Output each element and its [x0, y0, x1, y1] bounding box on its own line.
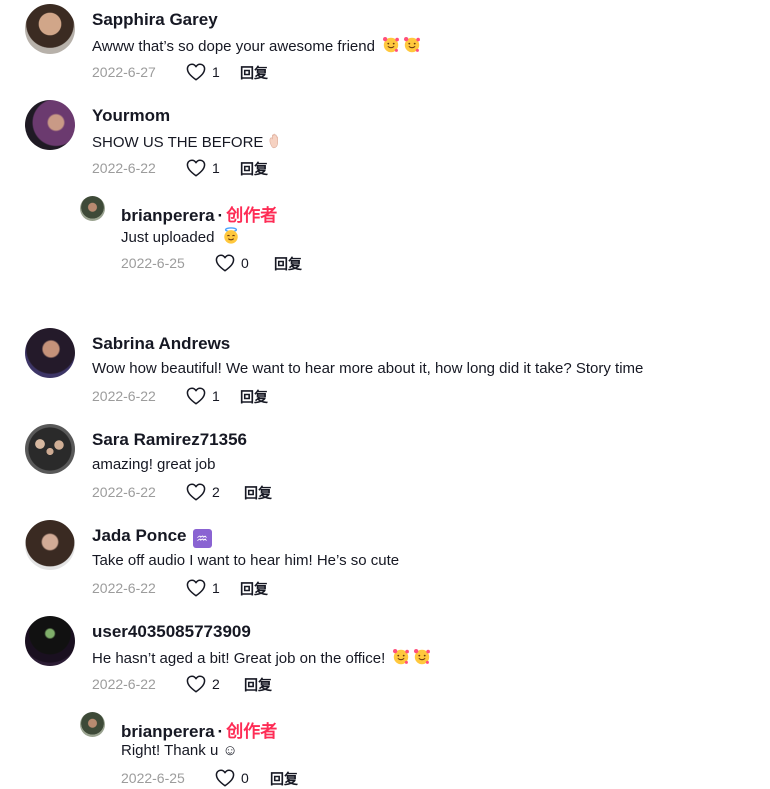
commenter-name-text: Jada Ponce [92, 526, 187, 545]
like-button[interactable]: 2 [186, 483, 220, 501]
commenter-name[interactable]: Sapphira Garey [92, 10, 218, 30]
reply-button[interactable]: 回复 [240, 63, 268, 83]
aquarius-badge-icon: ♒ [192, 529, 212, 548]
comment-text: Awww that’s so dope your awesome friend [92, 36, 421, 55]
comment-date: 2022-6-25 [121, 255, 185, 271]
creator-username: brianperera [121, 206, 215, 225]
heart-icon [186, 579, 206, 597]
commenter-name[interactable]: Jada Ponce ♒ [92, 526, 212, 548]
like-count: 1 [212, 388, 220, 404]
separator-dot: · [217, 206, 224, 225]
comment-date: 2022-6-22 [92, 676, 156, 692]
like-button[interactable]: 1 [186, 579, 220, 597]
avatar[interactable] [25, 100, 75, 150]
like-count: 2 [212, 484, 220, 500]
commenter-name[interactable]: Sabrina Andrews [92, 334, 230, 354]
heart-icon [186, 675, 206, 693]
comment-text: Wow how beautiful! We want to hear more … [92, 360, 644, 377]
comment-text-content: SHOW US THE BEFORE [92, 134, 264, 151]
commenter-name[interactable]: brianperera · 创作者 [121, 717, 277, 742]
like-count: 1 [212, 64, 220, 80]
avatar[interactable] [25, 328, 75, 378]
comment-date: 2022-6-22 [92, 388, 156, 404]
comment-date: 2022-6-22 [92, 160, 156, 176]
reply-button[interactable]: 回复 [244, 483, 272, 503]
smiling-face-with-halo-emoji-icon [222, 227, 240, 245]
heart-icon [215, 769, 235, 787]
hugging-face-emoji-icon [392, 648, 410, 666]
reply-button[interactable]: 回复 [240, 579, 268, 599]
reply-button[interactable]: 回复 [240, 387, 268, 407]
comment-text-content: Awww that’s so dope your awesome friend [92, 38, 375, 55]
like-count: 0 [241, 770, 249, 786]
heart-icon [215, 254, 235, 272]
like-button[interactable]: 0 [215, 254, 249, 272]
comment-date: 2022-6-27 [92, 64, 156, 80]
like-count: 2 [212, 676, 220, 692]
commenter-name[interactable]: Sara Ramirez71356 [92, 430, 247, 450]
heart-icon [186, 483, 206, 501]
hugging-face-emoji-icon [382, 36, 400, 54]
like-count: 0 [241, 255, 249, 271]
avatar[interactable] [80, 196, 105, 221]
avatar[interactable] [25, 4, 75, 54]
avatar[interactable] [25, 616, 75, 666]
like-button[interactable]: 1 [186, 63, 220, 81]
comment-text: Just uploaded [121, 227, 240, 246]
comment-text: Right! Thank u ☺ [121, 742, 238, 759]
comment-text: SHOW US THE BEFORE [92, 132, 284, 151]
comment-text-content: Just uploaded [121, 229, 215, 246]
creator-username: brianperera [121, 722, 215, 741]
creator-badge: 创作者 [226, 722, 278, 741]
comment-date: 2022-6-22 [92, 580, 156, 596]
hugging-face-emoji-icon [413, 648, 431, 666]
heart-icon [186, 387, 206, 405]
heart-icon [186, 159, 206, 177]
comment-date: 2022-6-25 [121, 770, 185, 786]
comment-text-content: He hasn’t aged a bit! Great job on the o… [92, 650, 386, 667]
avatar[interactable] [25, 520, 75, 570]
reply-button[interactable]: 回复 [244, 675, 272, 695]
like-button[interactable]: 0 [215, 769, 249, 787]
waving-hand-emoji-icon [266, 132, 284, 150]
commenter-name[interactable]: Yourmom [92, 106, 170, 126]
avatar[interactable] [25, 424, 75, 474]
avatar[interactable] [80, 712, 105, 737]
reply-button[interactable]: 回复 [274, 254, 302, 274]
separator-dot: · [217, 722, 224, 741]
commenter-name[interactable]: user4035085773909 [92, 622, 251, 642]
commenter-name[interactable]: brianperera · 创作者 [121, 201, 277, 226]
comment-date: 2022-6-22 [92, 484, 156, 500]
comment-text: Take off audio I want to hear him! He’s … [92, 552, 400, 569]
like-count: 1 [212, 580, 220, 596]
reply-button[interactable]: 回复 [240, 159, 268, 179]
like-button[interactable]: 1 [186, 387, 220, 405]
reply-button[interactable]: 回复 [270, 769, 298, 789]
like-button[interactable]: 1 [186, 159, 220, 177]
like-count: 1 [212, 160, 220, 176]
comment-text: amazing! great job [92, 456, 216, 473]
like-button[interactable]: 2 [186, 675, 220, 693]
creator-badge: 创作者 [226, 206, 278, 225]
heart-icon [186, 63, 206, 81]
hugging-face-emoji-icon [403, 36, 421, 54]
comment-text: He hasn’t aged a bit! Great job on the o… [92, 648, 431, 667]
